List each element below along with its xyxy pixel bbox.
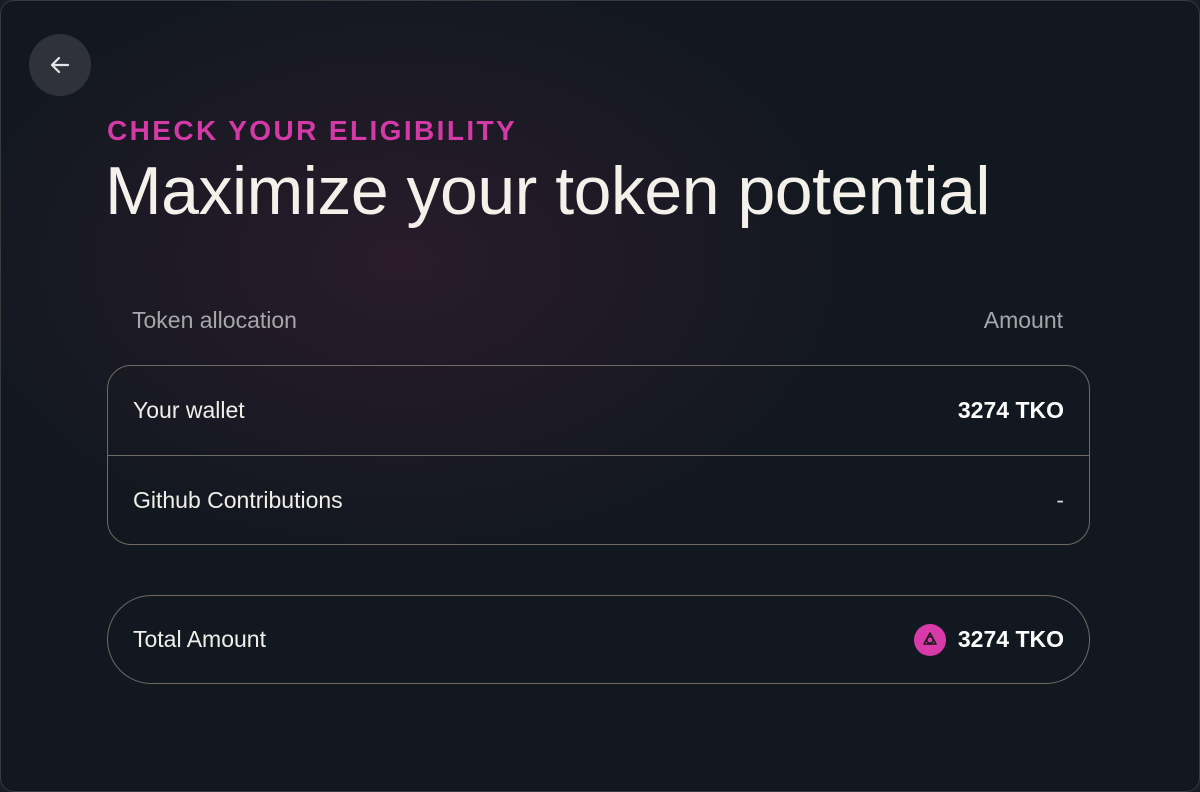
column-header-amount: Amount bbox=[983, 307, 1063, 333]
token-logo-icon bbox=[913, 623, 946, 656]
section-eyebrow: CHECK YOUR ELIGIBILITY bbox=[107, 115, 518, 146]
row-amount: 3274 TKO bbox=[957, 397, 1064, 423]
table-row: Github Contributions - bbox=[108, 455, 1089, 544]
row-label: Your wallet bbox=[133, 397, 245, 423]
table-row: Your wallet 3274 TKO bbox=[108, 366, 1089, 455]
column-header-allocation: Token allocation bbox=[132, 307, 297, 333]
total-amount: 3274 TKO bbox=[957, 626, 1064, 652]
eligibility-panel: CHECK YOUR ELIGIBILITY Maximize your tok… bbox=[0, 0, 1200, 792]
row-label: Github Contributions bbox=[133, 486, 343, 513]
page-title: Maximize your token potential bbox=[105, 153, 991, 229]
arrow-left-icon bbox=[50, 56, 70, 74]
total-amount-card: Total Amount 3274 TKO bbox=[107, 595, 1090, 684]
allocation-table: Your wallet 3274 TKO Github Contribution… bbox=[107, 365, 1090, 545]
total-label: Total Amount bbox=[133, 626, 266, 652]
row-amount: - bbox=[1056, 486, 1064, 513]
back-button[interactable] bbox=[29, 34, 91, 96]
total-value-group: 3274 TKO bbox=[913, 623, 1064, 656]
